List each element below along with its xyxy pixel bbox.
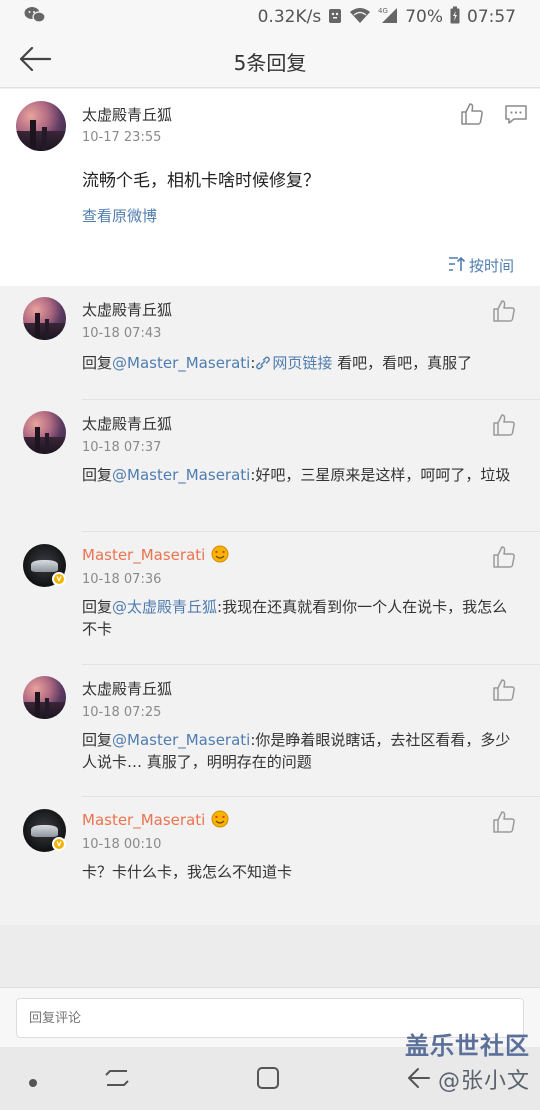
watermark-author: @张小文 — [437, 1069, 530, 1094]
view-original-link[interactable]: 查看原微博 — [82, 205, 157, 226]
thumbs-up-icon[interactable] — [491, 677, 517, 703]
reply-username[interactable]: 太虚殿青丘狐 — [82, 678, 172, 699]
avatar[interactable] — [16, 101, 66, 151]
dot-icon[interactable] — [28, 1073, 38, 1092]
root-comment-text: 流畅个毛，相机卡啥时候修复？ — [82, 171, 320, 191]
battery-icon — [450, 6, 460, 29]
thumbs-up-icon[interactable] — [491, 298, 517, 324]
reply-username[interactable]: 太虚殿青丘狐 — [82, 299, 172, 320]
wechat-icon — [24, 6, 46, 29]
clock: 07:57 — [467, 7, 516, 27]
web-link[interactable]: 网页链接 — [255, 354, 332, 372]
reply-prefix: 回复 — [82, 598, 113, 616]
reply-time: 10-18 07:37 — [82, 440, 162, 455]
reply-username[interactable]: Master_Maserati — [82, 545, 229, 564]
reply-item: 太虚殿青丘狐 10-18 07:25 回复@Master_Maserati:你是… — [0, 665, 540, 797]
reply-time: 10-18 07:36 — [82, 572, 162, 587]
svg-text:4G: 4G — [378, 7, 388, 15]
reply-time: 10-18 00:10 — [82, 837, 162, 852]
signal-icon: 4G — [378, 6, 398, 29]
reply-time: 10-18 07:25 — [82, 705, 162, 720]
watermark-title: 盖乐世社区 — [405, 1032, 530, 1060]
recent-apps-icon[interactable] — [104, 1065, 130, 1095]
avatar[interactable] — [23, 411, 66, 454]
sort-label: 按时间 — [468, 257, 514, 275]
thumbs-up-icon[interactable] — [491, 809, 517, 835]
reply-item: 太虚殿青丘狐 10-18 07:43 回复@Master_Maserati: 网页… — [0, 286, 540, 400]
status-bar: 0.32K/s 4G 70% 07:57 — [0, 0, 540, 34]
link-icon — [256, 356, 271, 370]
reply-text: 回复@Master_Maserati:你是睁着眼说瞎话，去社区看看，多少人说卡…… — [82, 729, 514, 773]
mention-link[interactable]: @Master_Maserati — [112, 466, 250, 484]
avatar[interactable] — [23, 676, 66, 719]
reply-text: 卡？卡什么卡，我怎么不知道卡 — [82, 863, 293, 881]
reply-text: 回复@太虚殿青丘狐:我现在还真就看到你一个人在说卡，我怎么不卡 — [82, 596, 514, 640]
reply-content: 看吧，看吧，真服了 — [332, 354, 473, 372]
reply-username[interactable]: 太虚殿青丘狐 — [82, 413, 172, 434]
network-speed: 0.32K/s — [257, 7, 322, 27]
reply-username-text: Master_Maserati — [82, 811, 206, 829]
mention-link[interactable]: @Master_Maserati — [112, 354, 250, 372]
reply-item: v Master_Maserati 10-18 00:10 卡？卡什么卡，我怎么… — [0, 797, 540, 925]
reply-content: :好吧，三星原来是这样，呵呵了，垃圾 — [250, 466, 511, 484]
root-time: 10-17 23:55 — [82, 130, 162, 145]
reply-text: 回复@Master_Maserati:好吧，三星原来是这样，呵呵了，垃圾 — [82, 464, 514, 486]
verified-badge-icon: v — [52, 837, 66, 851]
home-icon[interactable] — [255, 1065, 281, 1095]
reply-text: 回复@Master_Maserati: 网页链接 看吧，看吧，真服了 — [82, 352, 514, 374]
mention-link[interactable]: @Master_Maserati — [112, 731, 250, 749]
thumbs-up-icon[interactable] — [459, 101, 485, 127]
mention-link[interactable]: @太虚殿青丘狐 — [112, 598, 217, 616]
nav-bar: 5条回复 — [0, 34, 540, 88]
root-username[interactable]: 太虚殿青丘狐 — [82, 104, 172, 125]
web-link-label: 网页链接 — [272, 354, 333, 372]
page-title: 5条回复 — [233, 51, 307, 75]
system-nav-bar: 盖乐世社区 @张小文 — [0, 1032, 540, 1110]
sort-icon — [448, 256, 466, 276]
root-comment: 太虚殿青丘狐 10-17 23:55 流畅个毛，相机卡啥时候修复？ 查看原微博 … — [0, 89, 540, 286]
avatar[interactable] — [23, 297, 66, 340]
reply-item: 太虚殿青丘狐 10-18 07:37 回复@Master_Maserati:好吧… — [0, 400, 540, 532]
reply-prefix: 回复 — [82, 354, 113, 372]
comment-icon[interactable] — [503, 101, 529, 127]
battery-level: 70% — [405, 7, 443, 27]
reply-time: 10-18 07:43 — [82, 326, 162, 341]
thumbs-up-icon[interactable] — [491, 412, 517, 438]
emoji-badge-icon — [211, 545, 229, 563]
thumbs-up-icon[interactable] — [491, 544, 517, 570]
sort-by-time-button[interactable]: 按时间 — [448, 255, 514, 276]
reply-username[interactable]: Master_Maserati — [82, 810, 229, 829]
back-nav-icon[interactable] — [407, 1065, 431, 1095]
emoji-badge-icon — [211, 810, 229, 828]
reply-list: 太虚殿青丘狐 10-18 07:43 回复@Master_Maserati: 网页… — [0, 286, 540, 925]
wifi-icon — [349, 6, 371, 29]
android-icon — [328, 6, 342, 29]
empty-area — [0, 925, 540, 987]
reply-prefix: 回复 — [82, 731, 113, 749]
reply-item: v Master_Maserati 10-18 07:36 回复@太虚殿青丘狐:… — [0, 532, 540, 665]
reply-prefix: 回复 — [82, 466, 113, 484]
verified-badge-icon: v — [52, 572, 66, 586]
reply-username-text: Master_Maserati — [82, 546, 206, 564]
